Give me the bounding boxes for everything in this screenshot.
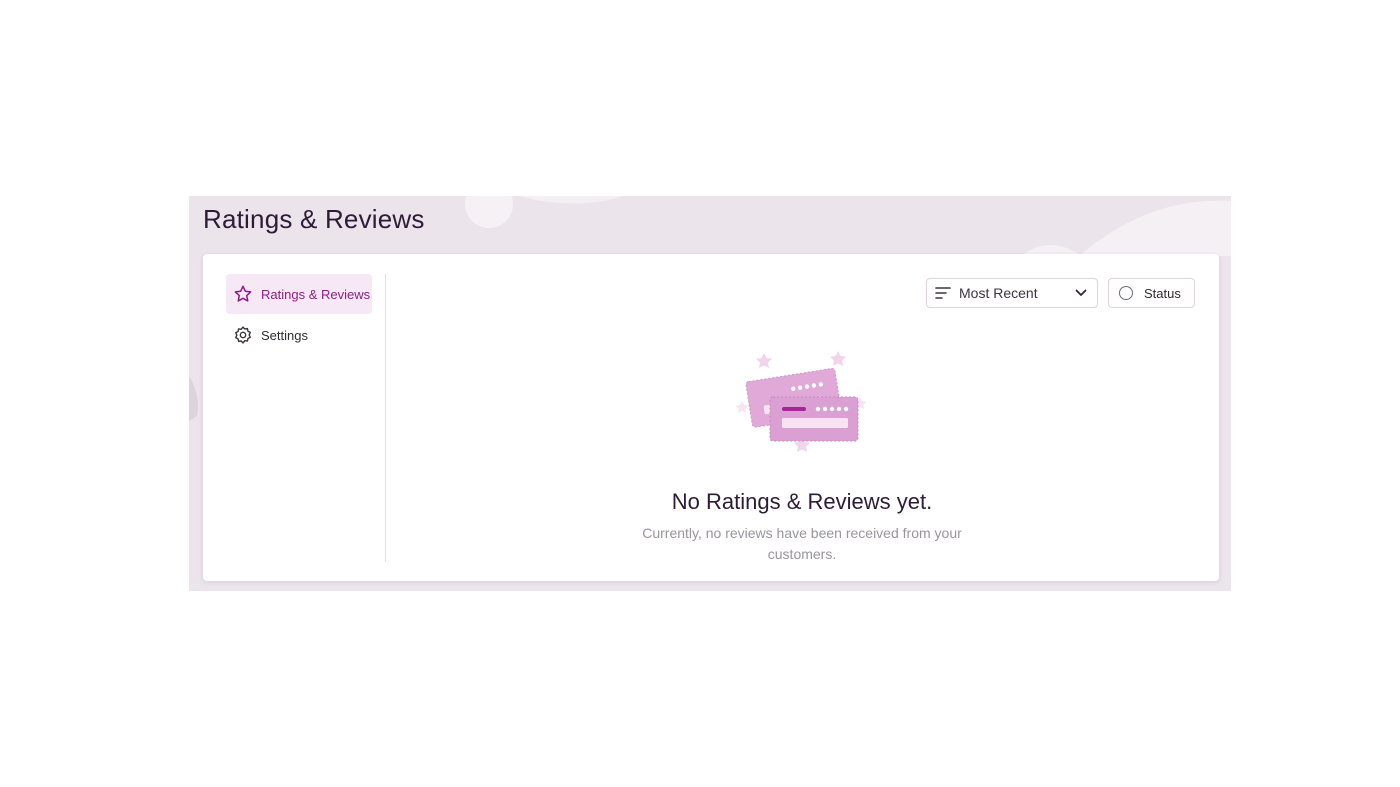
app-window: Ratings & Reviews Ratings & Reviews Sett…: [189, 196, 1231, 591]
gear-icon: [233, 325, 253, 345]
empty-reviews-illustration: [735, 351, 867, 452]
chevron-down-icon: [1075, 289, 1087, 297]
circle-icon: [1119, 286, 1133, 300]
page-title: Ratings & Reviews: [203, 204, 425, 234]
status-filter-button[interactable]: Status: [1108, 278, 1195, 308]
empty-state: No Ratings & Reviews yet. Currently, no …: [385, 349, 1219, 564]
sidebar-item-ratings-reviews[interactable]: Ratings & Reviews: [226, 274, 372, 314]
empty-state-text: Currently, no reviews have been received…: [642, 525, 962, 562]
main-card: Ratings & Reviews Settings Most Recent S…: [203, 254, 1219, 581]
toolbar: Most Recent Status: [926, 278, 1195, 308]
star-icon: [233, 284, 253, 304]
sidebar-item-label: Settings: [261, 327, 308, 343]
sort-dropdown[interactable]: Most Recent: [926, 278, 1098, 308]
status-label: Status: [1144, 285, 1181, 301]
sidebar-item-settings[interactable]: Settings: [226, 315, 372, 355]
empty-state-title: No Ratings & Reviews yet.: [671, 489, 933, 514]
sort-lines-icon: [935, 286, 951, 300]
sort-label: Most Recent: [959, 285, 1038, 301]
side-nav: Ratings & Reviews Settings: [226, 274, 372, 356]
sidebar-item-label: Ratings & Reviews: [261, 286, 371, 302]
